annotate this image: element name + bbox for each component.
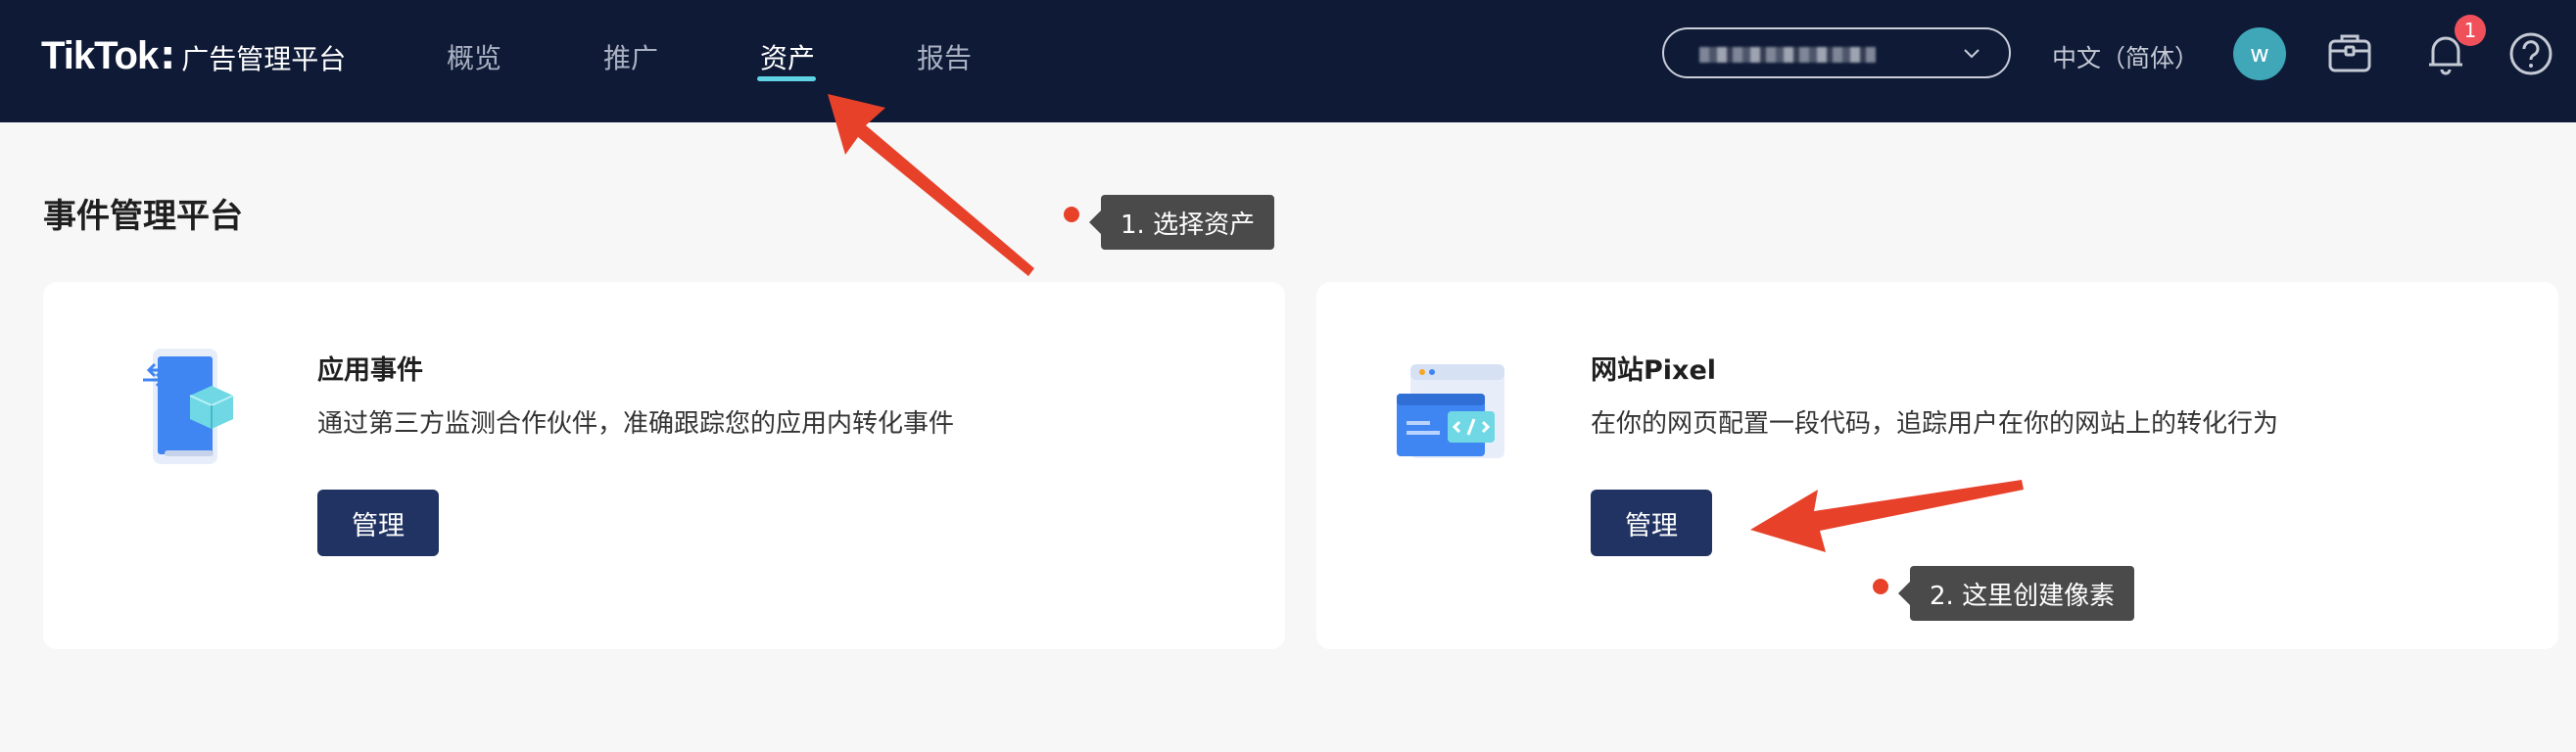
user-avatar[interactable]: w (2233, 27, 2286, 80)
tiktok-ads-logo[interactable]: TikTok : 广告管理平台 (41, 33, 346, 82)
notification-badge: 1 (2455, 15, 2486, 46)
nav-reports[interactable]: 报告 (917, 37, 972, 76)
annotation-step-2: 2. 这里创建像素 (1897, 566, 2135, 621)
chevron-down-icon (1964, 49, 1980, 59)
brand-separator: : (160, 33, 176, 78)
active-nav-indicator (757, 76, 816, 81)
nav-assets[interactable]: 资产 (760, 37, 815, 76)
manage-website-pixel-button[interactable]: 管理 (1591, 490, 1712, 556)
brand-subtitle: 广告管理平台 (181, 43, 347, 75)
help-icon[interactable] (2503, 25, 2559, 82)
card-description: 在你的网页配置一段代码，追踪用户在你的网站上的转化行为 (1591, 409, 2279, 439)
brand-name: TikTok (41, 34, 159, 77)
nav-overview[interactable]: 概览 (447, 37, 501, 76)
language-switcher[interactable]: 中文（简体） (2052, 39, 2199, 74)
browser-code-icon (1397, 364, 1504, 458)
account-selector[interactable] (1662, 27, 2011, 78)
manage-app-events-button[interactable]: 管理 (317, 490, 439, 556)
page-title: 事件管理平台 (43, 197, 243, 236)
blurred-account-name (1699, 47, 1876, 63)
mobile-app-cube-icon (143, 349, 234, 464)
app-events-card: 应用事件 通过第三方监测合作伙伴，准确跟踪您的应用内转化事件 管理 (43, 282, 1285, 649)
annotation-dot (1873, 579, 1888, 594)
card-description: 通过第三方监测合作伙伴，准确跟踪您的应用内转化事件 (317, 409, 955, 439)
nav-promotion[interactable]: 推广 (603, 37, 658, 76)
card-title: 应用事件 (317, 355, 423, 386)
briefcase-icon[interactable] (2321, 25, 2378, 82)
annotation-step-1: 1. 选择资产 (1088, 195, 1275, 250)
top-navigation-bar: TikTok : 广告管理平台 概览 推广 资产 报告 中文（简体） w 1 (0, 0, 2576, 122)
card-title: 网站Pixel (1591, 355, 1717, 386)
annotation-dot (1064, 207, 1079, 222)
